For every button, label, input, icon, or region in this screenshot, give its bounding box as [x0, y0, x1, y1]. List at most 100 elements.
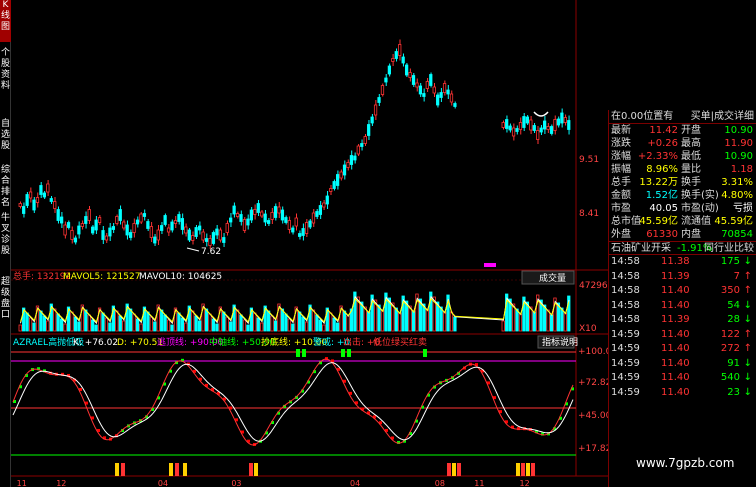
side-tab-strip: K线图个股资料自选股综合排名牛叉诊股超级盘口 [0, 0, 11, 487]
volume-bar-73 [270, 315, 274, 332]
volume-bar-86 [315, 314, 319, 332]
quote-rows: 最新 11.42 开盘 10.90 涨跌 +0.26 最高 11.90 涨幅 +2.33% 最低 10… [609, 124, 756, 241]
candle-120 [432, 86, 436, 94]
signal-bar-12 [526, 463, 530, 476]
candle-158 [563, 117, 567, 123]
side-tab-5[interactable]: 超级盘口 [0, 277, 11, 325]
volume-bar-39 [153, 321, 157, 332]
candle-16 [73, 237, 78, 243]
tick-list: 14:58 11.38 175 ↓ 14:58 11.39 7 ↑ 14:58 11.40 350 ↑… [609, 255, 756, 400]
candle-94 [342, 164, 347, 176]
side-tab-4[interactable]: 牛叉诊股 [0, 213, 11, 271]
quote-k2-1: 最高 [681, 138, 701, 149]
quote-k1-8: 外盘 [611, 229, 631, 240]
volume-bar-32 [129, 308, 133, 332]
candle-38 [149, 226, 153, 238]
tick-row-6: 14:59 11.40 272 ↑ [609, 342, 756, 357]
axis-tick-2: 04 [158, 479, 168, 487]
volume-bar-79 [291, 323, 295, 332]
signal-bar-3 [175, 463, 179, 476]
tick-volume-0: 175 [720, 256, 740, 267]
volume-bar-70 [260, 322, 264, 332]
chart-area[interactable]: 9.51 8.41 7.62 总手: 132192 MAVOL5: 121527… [11, 0, 612, 487]
candle-11 [56, 209, 60, 221]
candle-71 [263, 213, 267, 223]
volume-bar-85 [311, 309, 316, 332]
volume-bar-118 [425, 308, 429, 332]
volume-bar-148 [529, 306, 533, 332]
volume-bar-41 [160, 309, 164, 332]
candle-48 [184, 226, 188, 234]
ind-scale-7282: +72.82 [578, 378, 608, 388]
quote-k1-5: 金额 [611, 190, 631, 201]
industry-name[interactable]: 石油矿业开采 [611, 243, 671, 254]
arrow-down-icon: ↓ [743, 386, 752, 398]
peer-compare-button[interactable]: 同行业比较 [704, 242, 754, 256]
quote-row-2: 涨幅 +2.33% 最低 10.90 [609, 150, 756, 163]
candle-4 [32, 199, 36, 211]
signal-bar-9 [457, 463, 461, 476]
tick-volume-4: 28 [727, 314, 740, 325]
volume-bar-35 [139, 323, 143, 332]
volume-bar-29 [118, 315, 122, 332]
candle-159 [567, 120, 571, 130]
tick-time-5: 14:59 [611, 328, 640, 340]
candle-85 [311, 212, 316, 224]
volume-bar-109 [394, 307, 398, 332]
side-tab-0[interactable]: K线图 [0, 0, 11, 42]
volume-bar-48 [184, 322, 188, 332]
candle-89 [325, 195, 329, 205]
quote-k1-6: 市盈 [611, 203, 631, 214]
volume-bar-88 [322, 324, 326, 332]
volume-bar-16 [73, 316, 78, 332]
trade-detail-button[interactable]: 买单|成交详细 [691, 110, 754, 124]
candle-112 [404, 64, 409, 76]
alert-block-2 [341, 349, 345, 357]
candle-0 [18, 203, 22, 207]
arrow-down-icon: ↓ [743, 299, 752, 311]
volume-button-label: 成交量 [539, 272, 566, 284]
candle-69 [256, 203, 260, 213]
candle-83 [304, 222, 309, 234]
volume-bar-59 [222, 311, 226, 332]
volume-bar-158 [563, 312, 567, 332]
volume-bar-55 [208, 313, 212, 332]
volume-bar-13 [63, 323, 67, 332]
candle-91 [332, 181, 336, 189]
axis-tick-7: 12 [520, 479, 530, 487]
side-tab-3[interactable]: 综合排名 [0, 165, 11, 208]
candle-109 [394, 51, 398, 59]
candle-13 [63, 224, 67, 236]
candle-28 [115, 216, 119, 224]
tick-row-1: 14:58 11.39 7 ↑ [609, 270, 756, 285]
candle-103 [373, 104, 378, 116]
candle-142 [508, 125, 512, 131]
candle-81 [298, 233, 302, 237]
volume-bar-15 [70, 311, 74, 332]
candle-143 [511, 127, 516, 137]
tick-row-0: 14:58 11.38 175 ↓ [609, 255, 756, 270]
kline-chart[interactable]: 9.51 8.41 7.62 总手: 132192 MAVOL5: 121527… [11, 0, 612, 487]
tick-row-9: 14:59 11.40 23 ↓ [609, 386, 756, 401]
quote-row-7: 总市值 45.59亿 流通值 45.59亿 [609, 215, 756, 228]
candle-93 [339, 171, 343, 179]
tick-time-1: 14:58 [611, 270, 640, 282]
candle-122 [439, 92, 443, 98]
volume-bar-28 [115, 310, 119, 332]
candle-126 [453, 103, 457, 107]
candle-104 [377, 97, 381, 103]
price-label-841: 8.41 [579, 209, 599, 219]
side-tab-2[interactable]: 自选股 [0, 119, 11, 159]
quote-k2-4: 换手 [681, 177, 701, 188]
tick-volume-6: 272 [720, 343, 740, 354]
candle-12 [60, 216, 64, 224]
volume-bar-64 [239, 314, 243, 332]
volume-bar-20 [87, 314, 91, 332]
candle-140 [501, 122, 505, 128]
arrow-up-icon: ↑ [743, 270, 752, 282]
candle-117 [422, 93, 426, 97]
tick-price-9: 11.40 [661, 386, 690, 398]
side-tab-1[interactable]: 个股资料 [0, 48, 11, 113]
volume-bar-37 [146, 311, 150, 332]
candle-118 [425, 81, 429, 89]
